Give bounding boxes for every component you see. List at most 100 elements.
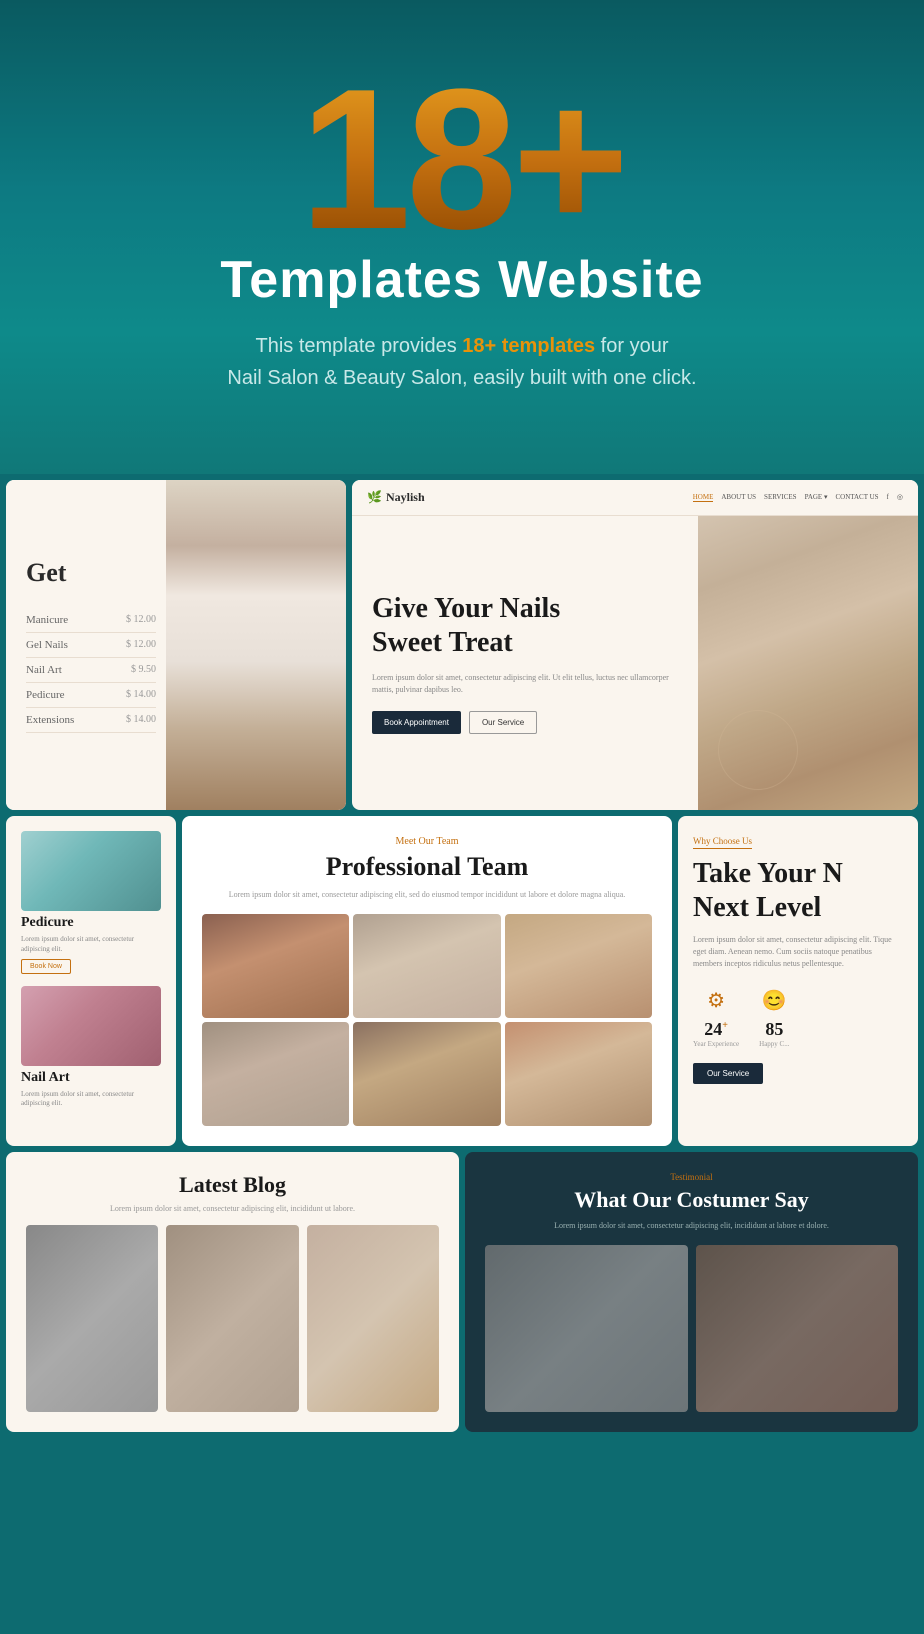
logo-text: Naylish bbox=[386, 490, 425, 505]
testimonial-images bbox=[485, 1245, 898, 1412]
service-price: $ 14.00 bbox=[126, 689, 156, 701]
hero-desc-before: This template provides bbox=[256, 335, 463, 357]
nail-art-image bbox=[21, 986, 161, 1066]
service-price: $ 9.50 bbox=[131, 664, 156, 676]
list-item: Nail Art $ 9.50 bbox=[26, 658, 156, 683]
testimonial-body: Lorem ipsum dolor sit amet, consectetur … bbox=[554, 1221, 829, 1230]
template-card-services-vertical: Pedicure Lorem ipsum dolor sit amet, con… bbox=[6, 816, 176, 1146]
btn-our-service[interactable]: Our Service bbox=[693, 1063, 763, 1084]
hero-section: 18+ Templates Website This template prov… bbox=[0, 0, 924, 474]
nav-link-page: PAGE ▾ bbox=[805, 493, 828, 502]
service-name: Gel Nails bbox=[26, 639, 68, 651]
naylish-hero-body: Lorem ipsum dolor sit amet, consectetur … bbox=[372, 672, 678, 696]
service-photo bbox=[166, 480, 346, 810]
naylish-hero-content: Give Your NailsSweet Treat Lorem ipsum d… bbox=[352, 516, 918, 810]
naylish-hero-image bbox=[698, 516, 918, 810]
naylish-hero-text: Give Your NailsSweet Treat Lorem ipsum d… bbox=[352, 516, 698, 810]
template-card-naylish: 🌿 Naylish HOME ABOUT US SERVICES PAGE ▾ … bbox=[352, 480, 918, 810]
experience-number: 24+ bbox=[704, 1019, 728, 1040]
blog-image-3 bbox=[307, 1225, 439, 1412]
experience-label: Year Experience bbox=[693, 1040, 739, 1048]
service-price: $ 14.00 bbox=[126, 714, 156, 726]
list-item: Pedicure $ 14.00 bbox=[26, 683, 156, 708]
blog-heading: Latest Blog bbox=[179, 1172, 286, 1198]
testimonial-image-1 bbox=[485, 1245, 688, 1412]
team-member-6 bbox=[505, 1022, 652, 1126]
team-member-2 bbox=[353, 914, 500, 1018]
service-name: Pedicure bbox=[26, 689, 64, 701]
team-heading: Professional Team bbox=[326, 852, 528, 882]
naylish-logo: 🌿 Naylish bbox=[367, 490, 425, 505]
template-card-why-choose: Why Choose Us Take Your NNext Level Lore… bbox=[678, 816, 918, 1146]
team-body: Lorem ipsum dolor sit amet, consectetur … bbox=[229, 890, 626, 899]
template-card-service-list: Get Manicure $ 12.00 Gel Nails $ 12.00 N… bbox=[6, 480, 346, 810]
list-item: Manicure $ 12.00 bbox=[26, 608, 156, 633]
hero-description: This template provides 18+ templates for… bbox=[227, 330, 696, 394]
pedicure-image bbox=[21, 831, 161, 911]
testimonial-image-2 bbox=[696, 1245, 899, 1412]
gallery-section: Get Manicure $ 12.00 Gel Nails $ 12.00 N… bbox=[0, 474, 924, 1458]
gallery-row-1: Get Manicure $ 12.00 Gel Nails $ 12.00 N… bbox=[0, 474, 924, 816]
hero-desc-highlight: 18+ templates bbox=[462, 335, 595, 357]
nav-link-home: HOME bbox=[693, 493, 714, 502]
blog-body: Lorem ipsum dolor sit amet, consectetur … bbox=[110, 1204, 355, 1213]
team-grid bbox=[202, 914, 652, 1126]
list-item: Extensions $ 14.00 bbox=[26, 708, 156, 733]
nav-social-ig: ◎ bbox=[897, 493, 903, 502]
nail-art-body: Lorem ipsum dolor sit amet, consectetur … bbox=[21, 1090, 161, 1110]
service-list: Manicure $ 12.00 Gel Nails $ 12.00 Nail … bbox=[26, 608, 156, 733]
nav-social-f: f bbox=[887, 493, 889, 502]
happy-icon: 😊 bbox=[759, 985, 789, 1015]
why-body: Lorem ipsum dolor sit amet, consectetur … bbox=[693, 934, 903, 970]
list-item: Gel Nails $ 12.00 bbox=[26, 633, 156, 658]
hero-number: 18+ bbox=[300, 60, 624, 260]
btn-book-pedicure[interactable]: Book Now bbox=[21, 959, 71, 974]
service-price: $ 12.00 bbox=[126, 614, 156, 626]
why-heading: Take Your NNext Level bbox=[693, 857, 903, 924]
service-get-label: Get bbox=[26, 558, 156, 588]
happy-label: Happy C... bbox=[759, 1040, 789, 1048]
template-card-testimonial: Testimonial What Our Costumer Say Lorem … bbox=[465, 1152, 918, 1432]
btn-our-service-outline[interactable]: Our Service bbox=[469, 711, 537, 734]
service-name: Manicure bbox=[26, 614, 68, 626]
naylish-nav-links: HOME ABOUT US SERVICES PAGE ▾ CONTACT US… bbox=[693, 493, 903, 502]
blog-image-2 bbox=[166, 1225, 298, 1412]
service-block-pedicure: Pedicure Lorem ipsum dolor sit amet, con… bbox=[21, 831, 161, 974]
why-stats: ⚙ 24+ Year Experience 😊 85 Happy C... bbox=[693, 985, 903, 1048]
why-stat-happy: 😊 85 Happy C... bbox=[759, 985, 789, 1048]
pedicure-body: Lorem ipsum dolor sit amet, consectetur … bbox=[21, 935, 161, 955]
bottom-fade bbox=[0, 1438, 924, 1458]
service-block-nail-art: Nail Art Lorem ipsum dolor sit amet, con… bbox=[21, 986, 161, 1110]
team-member-3 bbox=[505, 914, 652, 1018]
btn-book-appointment[interactable]: Book Appointment bbox=[372, 711, 461, 734]
gallery-row-3: Latest Blog Lorem ipsum dolor sit amet, … bbox=[0, 1152, 924, 1438]
service-name: Nail Art bbox=[26, 664, 62, 676]
blog-grid bbox=[26, 1225, 439, 1412]
naylish-navbar: 🌿 Naylish HOME ABOUT US SERVICES PAGE ▾ … bbox=[352, 480, 918, 516]
nail-art-title: Nail Art bbox=[21, 1070, 161, 1086]
team-member-5 bbox=[353, 1022, 500, 1126]
hero-title: Templates Website bbox=[220, 250, 703, 310]
experience-icon: ⚙ bbox=[701, 985, 731, 1015]
naylish-decoration bbox=[718, 710, 798, 790]
logo-icon: 🌿 bbox=[367, 490, 382, 505]
testimonial-label: Testimonial bbox=[670, 1172, 712, 1182]
blog-image-1 bbox=[26, 1225, 158, 1412]
team-section-label: Meet Our Team bbox=[396, 836, 459, 847]
naylish-buttons: Book Appointment Our Service bbox=[372, 711, 678, 734]
happy-number: 85 bbox=[765, 1019, 783, 1040]
pedicure-title: Pedicure bbox=[21, 915, 161, 931]
testimonial-heading: What Our Costumer Say bbox=[574, 1187, 808, 1213]
team-member-4 bbox=[202, 1022, 349, 1126]
nav-link-services: SERVICES bbox=[764, 493, 797, 502]
nav-link-about: ABOUT US bbox=[721, 493, 756, 502]
naylish-heading: Give Your NailsSweet Treat bbox=[372, 592, 678, 659]
service-price: $ 12.00 bbox=[126, 639, 156, 651]
service-name: Extensions bbox=[26, 714, 74, 726]
template-card-team: Meet Our Team Professional Team Lorem ip… bbox=[182, 816, 672, 1146]
nav-link-contact: CONTACT US bbox=[835, 493, 878, 502]
template-card-blog: Latest Blog Lorem ipsum dolor sit amet, … bbox=[6, 1152, 459, 1432]
why-label: Why Choose Us bbox=[693, 836, 752, 849]
service-list-left: Get Manicure $ 12.00 Gel Nails $ 12.00 N… bbox=[6, 480, 166, 810]
gallery-row-2: Pedicure Lorem ipsum dolor sit amet, con… bbox=[0, 816, 924, 1152]
